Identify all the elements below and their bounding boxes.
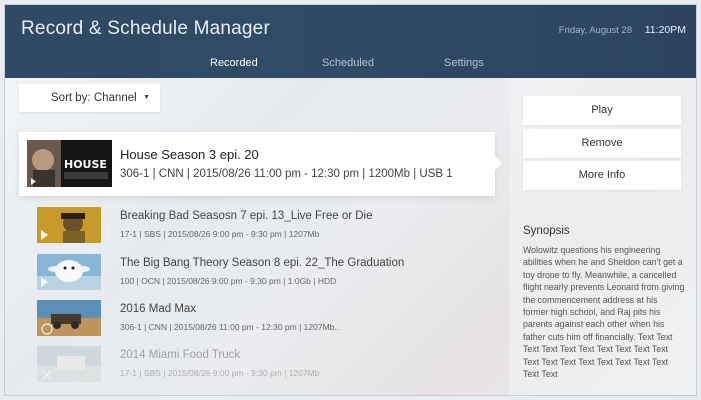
recording-title: House Season 3 epi. 20 (120, 147, 259, 162)
play-button[interactable]: Play (523, 96, 681, 125)
recording-meta: 306-1 | CNN | 2015/08/26 11:00 pm - 12:3… (120, 322, 340, 332)
tab-settings[interactable]: Settings (444, 57, 484, 69)
recording-title: Breaking Bad Seasosn 7 epi. 13_Live Free… (120, 210, 373, 222)
remove-button[interactable]: Remove (523, 129, 681, 158)
caret-down-icon: ▼ (143, 94, 150, 101)
recording-list-area: Sort by: Channel ▼ HOUSE House Season 3 (5, 78, 508, 395)
main-content: Sort by: Channel ▼ HOUSE House Season 3 (5, 78, 696, 395)
list-item[interactable]: 2016 Mad Max 306-1 | CNN | 2015/08/26 11… (37, 300, 497, 340)
recording-title: 2016 Mad Max (120, 303, 197, 315)
recording-meta: 17-1 | SBS | 2015/08/26 9:00 pm - 9:30 p… (120, 368, 320, 378)
app-title: Record & Schedule Manager (21, 18, 270, 39)
house-logo-text: HOUSE (64, 158, 107, 171)
date-label: Friday, August 28 (558, 25, 632, 36)
sort-dropdown[interactable]: Sort by: Channel ▼ (19, 84, 160, 112)
list-item[interactable]: 2014 Miami Food Truck 17-1 | SBS | 2015/… (37, 346, 497, 386)
synopsis-title: Synopsis (523, 225, 570, 237)
list-item[interactable]: The Big Bang Theory Season 8 epi. 22_The… (37, 254, 497, 294)
recording-thumbnail (37, 300, 101, 336)
recording-meta: 306-1 | CNN | 2015/08/26 11:00 pm - 12:3… (120, 168, 453, 180)
recording-meta: 17-1 | SBS | 2015/08/26 9:00 pm - 9:30 p… (120, 229, 320, 239)
recording-meta: 100 | OCN | 2015/08/26 9:00 pm - 9:30 pm… (120, 276, 337, 286)
tab-scheduled[interactable]: Scheduled (322, 57, 374, 69)
list-item[interactable]: Breaking Bad Seasosn 7 epi. 13_Live Free… (37, 207, 497, 247)
recording-thumbnail: HOUSE (27, 140, 112, 187)
play-icon (41, 277, 48, 287)
sort-label: Sort by: Channel (51, 92, 137, 104)
selected-recording-row[interactable]: HOUSE House Season 3 epi. 20 306-1 | CNN… (19, 132, 502, 196)
recording-title: 2014 Miami Food Truck (120, 349, 241, 361)
synopsis-text: Wolowitz questions his engineering abili… (523, 245, 685, 380)
side-panel: Play Remove More Info Synopsis Wolowitz … (509, 78, 696, 395)
recording-thumbnail (37, 254, 101, 290)
recording-title: The Big Bang Theory Season 8 epi. 22_The… (120, 257, 405, 269)
time-label: 11:20PM (644, 24, 686, 36)
recording-thumbnail (37, 207, 101, 243)
play-icon (41, 230, 48, 240)
header-bar: Record & Schedule Manager Friday, August… (5, 5, 696, 78)
tab-recorded[interactable]: Recorded (210, 57, 258, 69)
recording-thumbnail (37, 346, 101, 382)
more-info-button[interactable]: More Info (523, 161, 681, 190)
app-window: Record & Schedule Manager Friday, August… (4, 4, 697, 396)
tab-bar: Recorded Scheduled Settings (5, 57, 696, 75)
